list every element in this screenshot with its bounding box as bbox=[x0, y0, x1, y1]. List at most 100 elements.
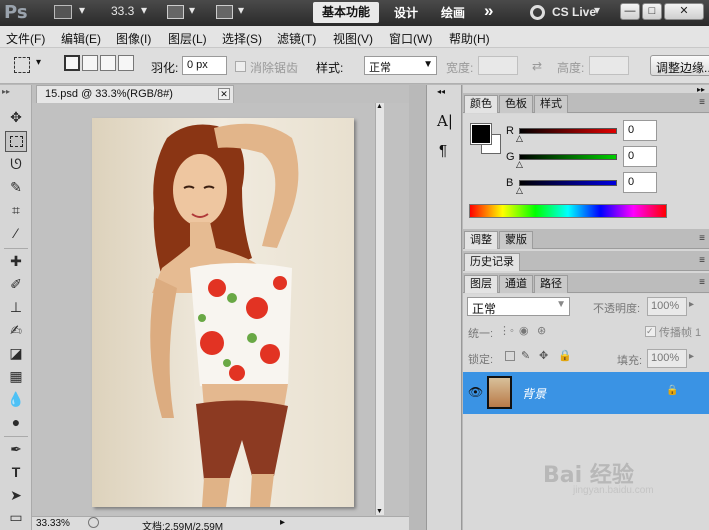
eyedropper-tool-icon[interactable]: ⁄ bbox=[5, 223, 27, 244]
zoom-dropdown-icon[interactable]: ▾ bbox=[141, 3, 147, 17]
height-input[interactable] bbox=[589, 56, 629, 75]
workspace-design[interactable]: 设计 bbox=[394, 4, 418, 21]
brush-tool-icon[interactable]: ✐ bbox=[5, 274, 27, 295]
green-slider-handle-icon[interactable]: △ bbox=[516, 159, 523, 170]
menu-view[interactable]: 视图(V) bbox=[333, 30, 373, 47]
blue-value-input[interactable]: 0 bbox=[623, 172, 657, 193]
antialias-checkbox[interactable] bbox=[235, 61, 246, 72]
screen-mode-dropdown-icon[interactable]: ▾ bbox=[238, 3, 244, 17]
tab-masks[interactable]: 蒙版 bbox=[499, 231, 533, 249]
cs-live-label[interactable]: CS Live bbox=[552, 5, 596, 19]
layer-visibility-eye-icon[interactable]: 👁 bbox=[468, 385, 483, 399]
arrange-dropdown-icon[interactable]: ▾ bbox=[189, 3, 195, 17]
adjustments-panel-menu-icon[interactable]: ≡ bbox=[699, 233, 705, 244]
style-select[interactable]: 正常 ▼ bbox=[364, 56, 437, 75]
minimize-button[interactable]: — bbox=[620, 3, 640, 20]
cs-live-dropdown-icon[interactable]: ▾ bbox=[594, 3, 600, 17]
vertical-scrollbar[interactable]: ▲ ▼ bbox=[375, 103, 384, 515]
lasso-tool-icon[interactable]: ᘎ bbox=[5, 154, 27, 175]
blur-tool-icon[interactable]: 💧 bbox=[5, 389, 27, 410]
status-zoom[interactable]: 33.33% bbox=[36, 518, 70, 529]
tab-layers[interactable]: 图层 bbox=[464, 275, 498, 293]
tab-history[interactable]: 历史记录 bbox=[464, 253, 520, 271]
tool-preset-dropdown-icon[interactable]: ▾ bbox=[36, 57, 41, 68]
red-value-input[interactable]: 0 bbox=[623, 120, 657, 141]
history-brush-tool-icon[interactable]: ✍ bbox=[5, 320, 27, 341]
history-panel-menu-icon[interactable]: ≡ bbox=[699, 255, 705, 266]
screen-mode-icon[interactable] bbox=[216, 5, 233, 19]
bridge-icon[interactable] bbox=[54, 5, 72, 19]
tab-adjustments[interactable]: 调整 bbox=[464, 231, 498, 249]
swap-dimensions-icon[interactable]: ⇄ bbox=[532, 59, 542, 73]
cs-live-icon[interactable] bbox=[530, 5, 545, 20]
close-document-icon[interactable]: ✕ bbox=[218, 88, 230, 100]
tab-paths[interactable]: 路径 bbox=[534, 275, 568, 293]
crop-tool-icon[interactable]: ⌗ bbox=[5, 200, 27, 221]
scroll-down-icon[interactable]: ▼ bbox=[376, 508, 383, 515]
feather-input[interactable]: 0 px bbox=[182, 56, 227, 75]
menu-file[interactable]: 文件(F) bbox=[6, 30, 45, 47]
subtract-selection-icon[interactable] bbox=[100, 55, 116, 71]
unify-visibility-icon[interactable]: ◉ bbox=[519, 324, 529, 337]
status-menu-icon[interactable] bbox=[88, 517, 99, 528]
intersect-selection-icon[interactable] bbox=[118, 55, 134, 71]
width-input[interactable] bbox=[478, 56, 518, 75]
tab-swatches[interactable]: 色板 bbox=[499, 95, 533, 113]
status-arrow-icon[interactable]: ▸ bbox=[280, 517, 285, 528]
opacity-input[interactable]: 100% bbox=[647, 297, 687, 316]
lock-transparent-icon[interactable] bbox=[505, 351, 515, 361]
bridge-dropdown-icon[interactable]: ▾ bbox=[79, 3, 85, 17]
red-slider[interactable] bbox=[519, 128, 617, 134]
fill-dropdown-icon[interactable]: ▸ bbox=[689, 351, 694, 362]
document-canvas-photo[interactable] bbox=[92, 118, 354, 507]
workspace-painting[interactable]: 绘画 bbox=[441, 4, 465, 21]
opacity-dropdown-icon[interactable]: ▸ bbox=[689, 299, 694, 310]
new-selection-icon[interactable] bbox=[64, 55, 80, 71]
quick-selection-tool-icon[interactable]: ✎ bbox=[5, 177, 27, 198]
fill-input[interactable]: 100% bbox=[647, 349, 687, 368]
tab-color[interactable]: 颜色 bbox=[464, 95, 498, 113]
red-slider-handle-icon[interactable]: △ bbox=[516, 133, 523, 144]
tool-preset-icon[interactable] bbox=[14, 57, 30, 73]
blend-mode-select[interactable]: 正常 ▼ bbox=[467, 297, 570, 316]
menu-help[interactable]: 帮助(H) bbox=[449, 30, 490, 47]
lock-pixels-icon[interactable]: ✎ bbox=[521, 349, 530, 362]
character-panel-icon[interactable]: A| bbox=[437, 112, 453, 130]
green-slider[interactable] bbox=[519, 154, 617, 160]
layers-panel-menu-icon[interactable]: ≡ bbox=[699, 277, 705, 288]
menu-window[interactable]: 窗口(W) bbox=[389, 30, 432, 47]
lock-position-icon[interactable]: ✥ bbox=[539, 349, 548, 362]
dodge-tool-icon[interactable]: ● bbox=[5, 412, 27, 433]
layer-row-background[interactable]: 👁 背景 🔒 bbox=[463, 372, 709, 414]
menu-edit[interactable]: 编辑(E) bbox=[61, 30, 101, 47]
pen-tool-icon[interactable]: ✒ bbox=[5, 439, 27, 460]
eraser-tool-icon[interactable]: ◪ bbox=[5, 343, 27, 364]
healing-brush-tool-icon[interactable]: ✚ bbox=[5, 251, 27, 272]
tab-styles[interactable]: 样式 bbox=[534, 95, 568, 113]
path-selection-tool-icon[interactable]: ➤ bbox=[5, 485, 27, 506]
workspace-essentials[interactable]: 基本功能 bbox=[313, 2, 379, 23]
lock-all-icon[interactable]: 🔒 bbox=[558, 349, 572, 362]
foreground-color-swatch[interactable] bbox=[470, 123, 492, 145]
restore-button[interactable]: □ bbox=[642, 3, 662, 20]
layer-name[interactable]: 背景 bbox=[522, 385, 546, 402]
color-spectrum-bar[interactable] bbox=[469, 204, 667, 218]
arrange-documents-icon[interactable] bbox=[167, 5, 184, 19]
unify-position-icon[interactable]: ⋮◦ bbox=[499, 324, 514, 337]
menu-layer[interactable]: 图层(L) bbox=[168, 30, 207, 47]
menu-select[interactable]: 选择(S) bbox=[222, 30, 262, 47]
toolbox-collapse-icon[interactable]: ▸▸ bbox=[2, 87, 10, 96]
paragraph-panel-icon[interactable]: ¶ bbox=[439, 142, 447, 159]
blue-slider[interactable] bbox=[519, 180, 617, 186]
shape-tool-icon[interactable]: ▭ bbox=[5, 507, 27, 528]
clone-stamp-tool-icon[interactable]: ⊥ bbox=[5, 297, 27, 318]
more-workspaces-icon[interactable]: » bbox=[484, 1, 493, 21]
propagate-checkbox[interactable]: ✓ bbox=[645, 326, 656, 337]
dock-collapse-icon[interactable]: ◂◂ bbox=[437, 87, 445, 96]
close-button[interactable]: ✕ bbox=[664, 3, 704, 20]
marquee-tool-icon[interactable] bbox=[5, 131, 27, 152]
unify-style-icon[interactable]: ⊛ bbox=[537, 324, 546, 337]
document-tab[interactable]: 15.psd @ 33.3%(RGB/8#) ✕ bbox=[36, 85, 234, 103]
blue-slider-handle-icon[interactable]: △ bbox=[516, 185, 523, 196]
scroll-up-icon[interactable]: ▲ bbox=[376, 103, 383, 110]
